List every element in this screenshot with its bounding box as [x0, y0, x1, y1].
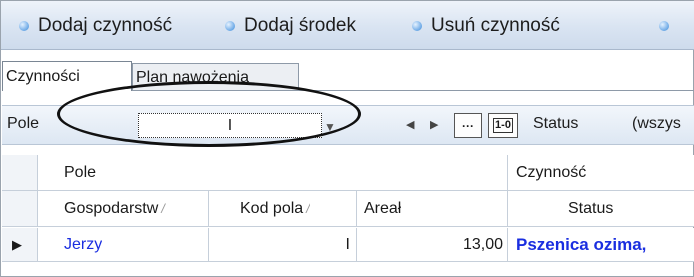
- column-header-status[interactable]: Status: [568, 191, 613, 226]
- cell-area[interactable]: 13,00: [357, 228, 505, 261]
- previous-arrow-icon[interactable]: ◀: [406, 118, 414, 131]
- browse-button[interactable]: ···: [454, 113, 482, 138]
- reset-filter-button[interactable]: 1-0: [488, 113, 518, 138]
- add-product-label: Dodaj środek: [244, 15, 356, 36]
- ellipsis-icon: ···: [462, 118, 474, 133]
- bullet-icon: [225, 21, 235, 31]
- column-divider: [507, 191, 508, 226]
- tab-fertilization-plan[interactable]: Plan nawożenia: [132, 63, 299, 91]
- add-product-button[interactable]: Dodaj środek: [225, 11, 356, 41]
- cell-field-code[interactable]: I: [209, 228, 352, 261]
- column-divider: [356, 191, 357, 226]
- cell-farm[interactable]: Jerzy: [64, 228, 102, 261]
- status-filter-label: Status: [533, 115, 579, 132]
- bullet-icon: [412, 21, 422, 31]
- current-row-indicator-icon: ▶: [12, 237, 22, 252]
- row-header-cell: [2, 155, 38, 190]
- column-header-farm[interactable]: Gospodarstw /: [64, 191, 204, 226]
- column-divider: [507, 228, 508, 261]
- field-filter-input[interactable]: I: [138, 113, 322, 138]
- cell-activity[interactable]: Pszenica ozima,: [516, 228, 646, 261]
- row-header-cell: [2, 191, 38, 226]
- tab-activities-label: Czynności: [6, 67, 80, 85]
- next-arrow-icon[interactable]: ▶: [430, 118, 438, 131]
- status-filter-select[interactable]: (wszys: [632, 115, 681, 133]
- more-toolbar-button[interactable]: [659, 11, 669, 41]
- tab-activities[interactable]: Czynności: [2, 61, 132, 91]
- grid-group-header: Pole Czynność: [2, 155, 694, 191]
- sort-icon: /: [161, 201, 165, 216]
- tab-fertilization-plan-label: Plan nawożenia: [136, 68, 249, 86]
- column-header-area[interactable]: Areał: [364, 191, 401, 226]
- sort-icon: /: [306, 201, 310, 216]
- row-header-cell: ▶: [2, 228, 38, 261]
- bullet-icon: [19, 21, 29, 31]
- chevron-down-icon[interactable]: ▼: [324, 120, 336, 134]
- add-activity-button[interactable]: Dodaj czynność: [19, 11, 172, 41]
- toolbar: Dodaj czynność Dodaj środek Usuń czynnoś…: [1, 1, 694, 50]
- reset-icon: 1-0: [493, 118, 513, 133]
- table-row[interactable]: ▶ Jerzy I 13,00 Pszenica ozima,: [2, 228, 694, 262]
- add-activity-label: Dodaj czynność: [38, 15, 173, 36]
- column-divider: [208, 191, 209, 226]
- bullet-icon: [659, 21, 669, 31]
- group-header-activity[interactable]: Czynność: [516, 155, 586, 190]
- column-header-farm-label: Gospodarstw: [64, 199, 159, 217]
- grid-column-header: Gospodarstw / Kod pola / Areał Status: [2, 191, 694, 227]
- column-header-field-code[interactable]: Kod pola /: [240, 191, 310, 226]
- field-filter-label: Pole: [7, 115, 40, 132]
- delete-activity-button[interactable]: Usuń czynność: [412, 11, 560, 41]
- delete-activity-label: Usuń czynność: [431, 15, 560, 36]
- column-header-field-code-label: Kod pola: [240, 199, 304, 217]
- filter-bar: Pole I ▼ ◀ ▶ ··· 1-0 Status (wszys: [2, 105, 694, 145]
- column-divider: [507, 155, 508, 190]
- group-header-field[interactable]: Pole: [64, 155, 96, 190]
